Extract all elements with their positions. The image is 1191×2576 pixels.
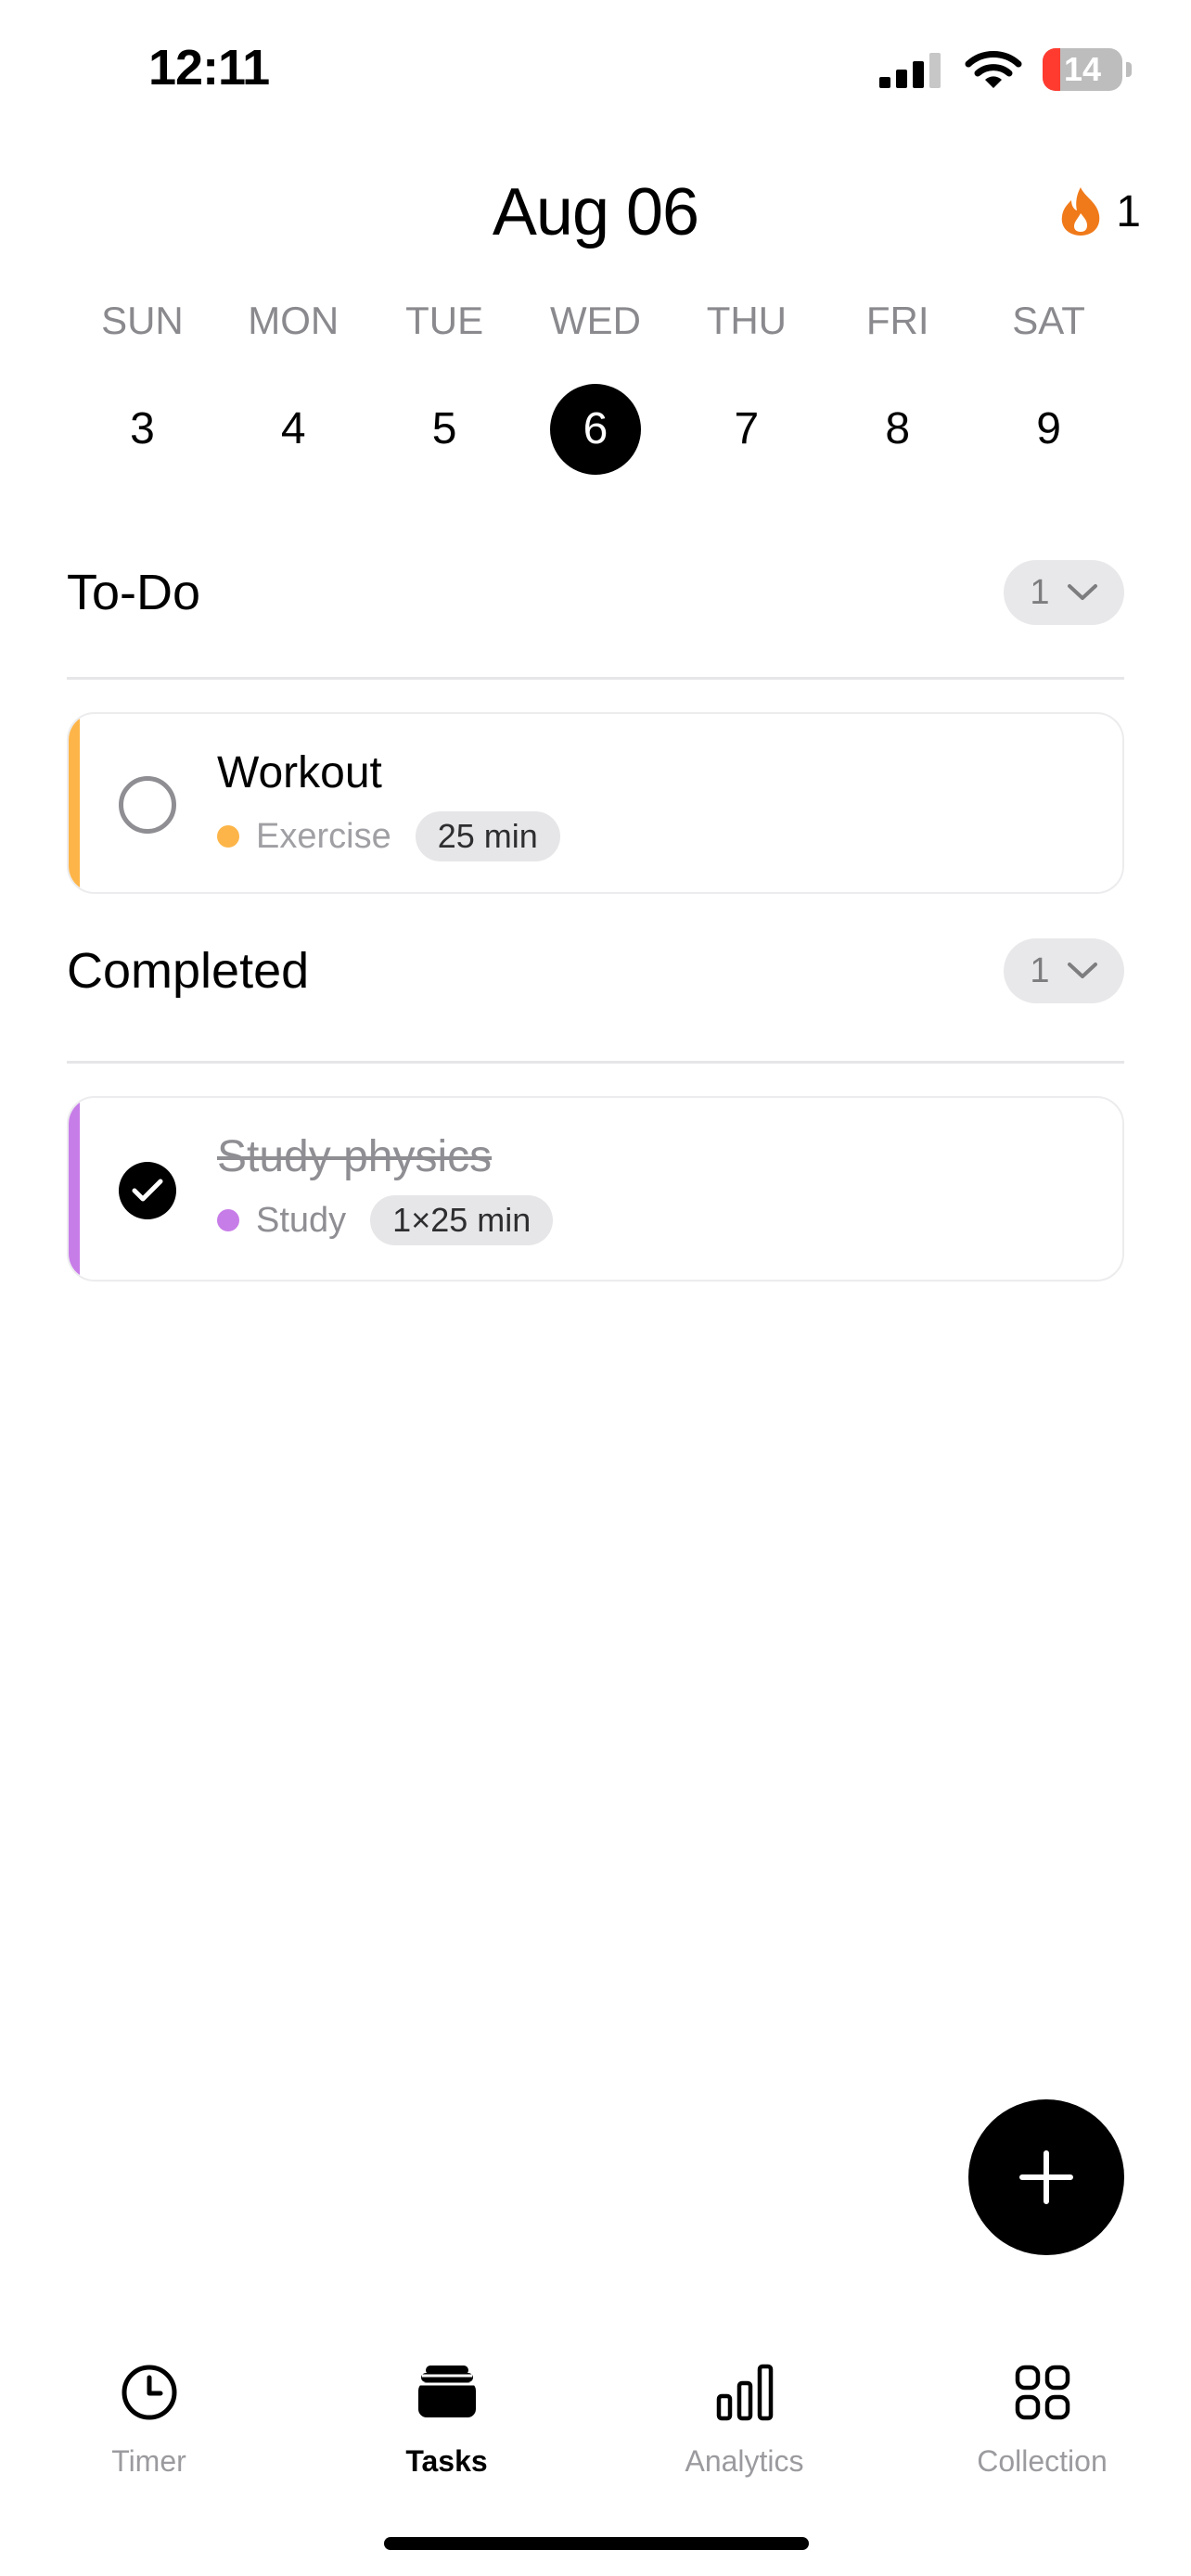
tab-bar: Timer Tasks Analytics Collection: [0, 2355, 1191, 2485]
day-number: 9: [1036, 404, 1061, 453]
app-screen: 12:11 14 Aug 06 1 SUN 3 MON 4 TUE 5 WED …: [0, 0, 1191, 2576]
add-task-button[interactable]: [968, 2099, 1124, 2255]
day-number: 7: [734, 404, 760, 453]
chevron-down-icon: [1067, 584, 1097, 600]
task-body: Study physics Study 1×25 min: [217, 1131, 554, 1245]
divider: [67, 677, 1124, 680]
status-icons: 14: [879, 45, 1132, 95]
completed-section-title: Completed: [67, 943, 310, 999]
task-duration-badge: 1×25 min: [370, 1195, 554, 1245]
day-of-week-label: THU: [706, 299, 788, 342]
day-number: 5: [431, 404, 457, 453]
battery-tip: [1126, 62, 1132, 77]
day-fri[interactable]: FRI 8: [822, 295, 973, 475]
task-meta: Study 1×25 min: [217, 1195, 554, 1245]
task-category: Exercise: [256, 816, 391, 856]
task-duration-badge: 25 min: [415, 811, 560, 861]
grid-icon: [1015, 2365, 1069, 2420]
task-accent-bar: [69, 1098, 80, 1280]
day-number: 8: [885, 404, 911, 453]
todo-collapse-toggle[interactable]: 1: [1004, 560, 1124, 625]
date-title: Aug 06: [492, 175, 699, 249]
day-of-week-label: FRI: [865, 299, 929, 342]
status-time: 12:11: [148, 40, 270, 96]
wifi-icon: [965, 51, 1022, 88]
cellular-signal-icon: [879, 53, 941, 88]
day-mon[interactable]: MON 4: [218, 295, 369, 475]
task-accent-bar: [69, 714, 80, 892]
day-sun[interactable]: SUN 3: [67, 295, 218, 475]
task-title: Study physics: [217, 1132, 493, 1181]
day-of-week-label: MON: [248, 299, 339, 342]
category-dot: [217, 825, 239, 848]
battery-percent: 14: [1063, 50, 1102, 88]
tab-label: Tasks: [405, 2444, 488, 2478]
completed-section-header: Completed 1: [67, 938, 1124, 1003]
battery-icon: 14: [1043, 48, 1122, 91]
tasks-stack-icon: [417, 2366, 476, 2417]
task-checkbox-checked[interactable]: [119, 1162, 176, 1219]
day-of-week-label: SAT: [1012, 299, 1085, 342]
task-card-study-physics[interactable]: Study physics Study 1×25 min: [67, 1096, 1124, 1282]
task-checkbox[interactable]: [119, 776, 176, 834]
flame-icon: [1062, 187, 1100, 236]
streak-count: 1: [1116, 186, 1141, 236]
clock-icon: [122, 2365, 176, 2420]
day-number-selected: 6: [549, 384, 641, 475]
divider: [67, 1061, 1124, 1064]
tab-tasks[interactable]: Tasks: [298, 2355, 596, 2485]
streak-counter[interactable]: 1: [1057, 185, 1141, 237]
tab-label: Collection: [977, 2444, 1108, 2478]
day-thu[interactable]: THU 7: [671, 295, 822, 475]
home-indicator[interactable]: [384, 2537, 809, 2550]
tab-label: Timer: [111, 2444, 186, 2478]
tab-label: Analytics: [685, 2444, 804, 2478]
day-tue[interactable]: TUE 5: [369, 295, 520, 475]
battery-charge-fill: [1043, 48, 1060, 91]
todo-section-header: To-Do 1: [67, 560, 1124, 625]
day-number: 4: [280, 404, 306, 453]
bar-chart-icon: [716, 2364, 773, 2421]
tab-collection[interactable]: Collection: [893, 2355, 1191, 2485]
tab-analytics[interactable]: Analytics: [596, 2355, 893, 2485]
task-card-workout[interactable]: Workout Exercise 25 min: [67, 712, 1124, 894]
day-of-week-label: WED: [549, 299, 641, 342]
todo-count: 1: [1030, 572, 1050, 612]
completed-count: 1: [1030, 950, 1050, 990]
task-meta: Exercise 25 min: [217, 811, 560, 861]
task-category: Study: [256, 1200, 347, 1240]
day-wed[interactable]: WED 6: [520, 295, 672, 475]
todo-section-title: To-Do: [67, 565, 201, 620]
day-of-week-label: TUE: [405, 299, 484, 342]
day-sat[interactable]: SAT 9: [973, 295, 1124, 475]
chevron-down-icon: [1067, 963, 1097, 978]
plus-icon: [1019, 2150, 1073, 2204]
tab-timer[interactable]: Timer: [0, 2355, 298, 2485]
day-number: 3: [130, 404, 155, 453]
week-selector: SUN 3 MON 4 TUE 5 WED 6 THU 7 FRI 8 SAT …: [67, 295, 1124, 475]
task-title: Workout: [217, 748, 382, 797]
checkmark-icon: [132, 1179, 163, 1202]
day-of-week-label: SUN: [101, 299, 184, 342]
completed-collapse-toggle[interactable]: 1: [1004, 938, 1124, 1003]
category-dot: [217, 1209, 239, 1231]
task-body: Workout Exercise 25 min: [217, 747, 560, 861]
